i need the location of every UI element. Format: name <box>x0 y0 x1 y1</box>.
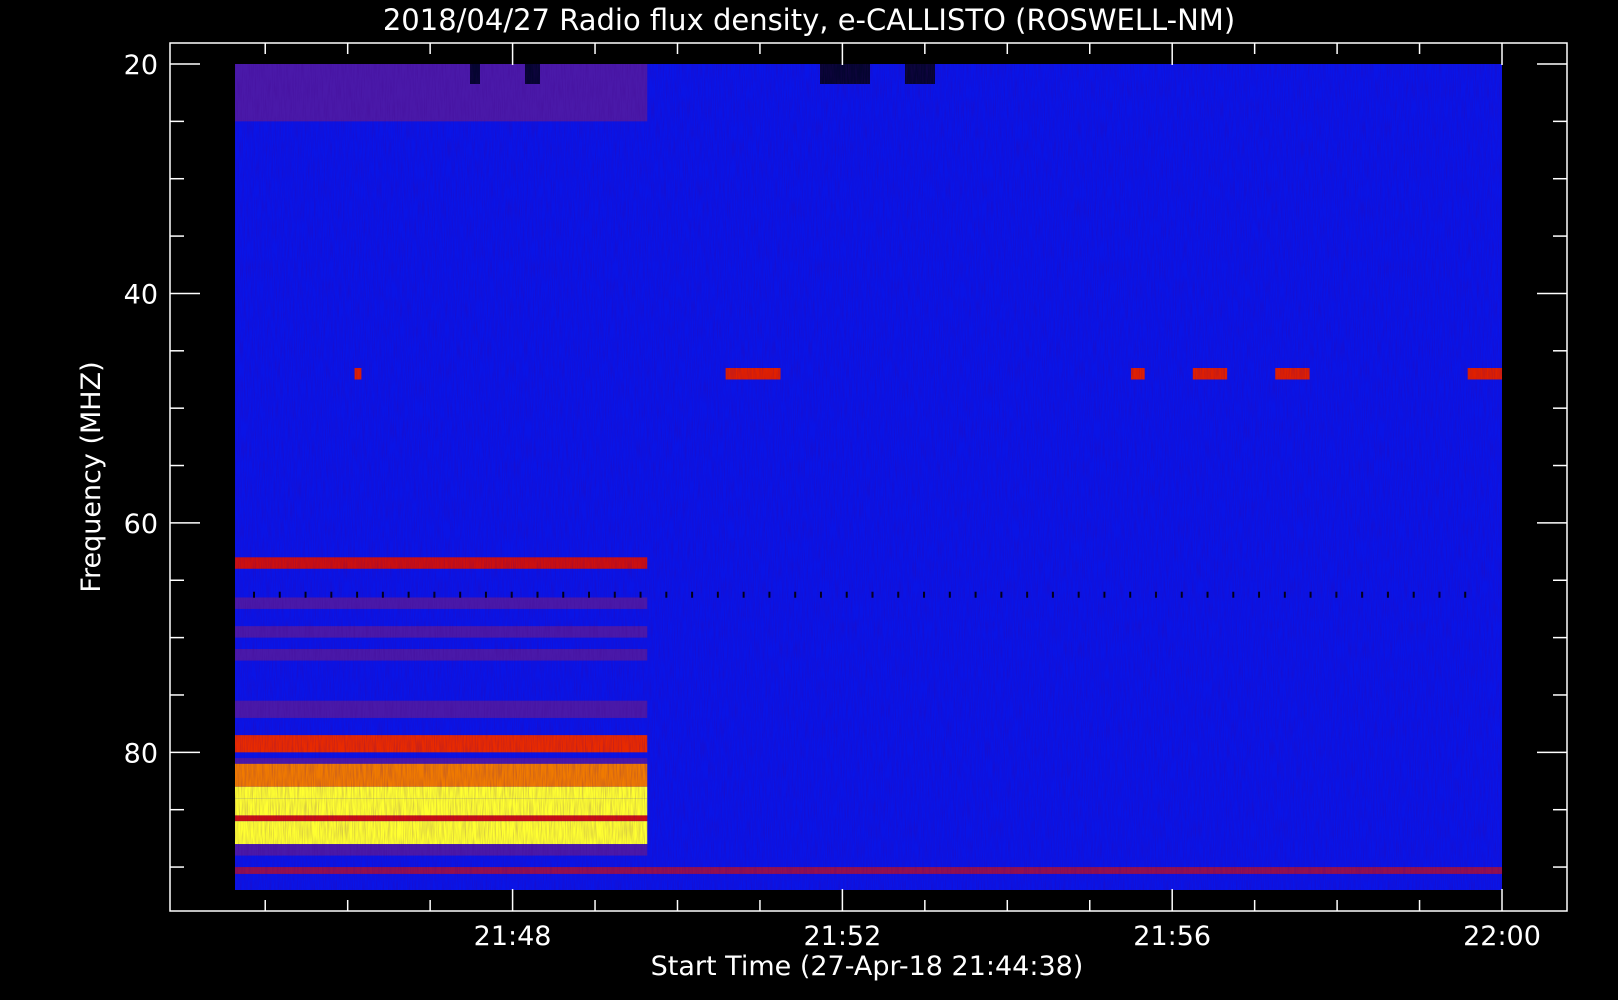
x-axis-label: Start Time (27-Apr-18 21:44:38) <box>651 951 1084 982</box>
y-tick-label: 40 <box>124 279 158 310</box>
x-tick-label: 21:52 <box>803 921 881 952</box>
y-tick-label: 60 <box>124 509 158 540</box>
spectrogram-chart: 2018/04/27 Radio flux density, e-CALLIST… <box>76 3 1568 982</box>
x-tick-label: 21:56 <box>1133 921 1211 952</box>
x-tick-label: 22:00 <box>1463 921 1541 952</box>
spectrogram-noise-overlay <box>235 64 1502 890</box>
x-tick-label: 21:48 <box>474 921 552 952</box>
y-tick-label: 80 <box>124 738 158 769</box>
y-tick-label: 20 <box>124 50 158 81</box>
y-axis-label: Frequency (MHZ) <box>76 361 107 592</box>
chart-title: 2018/04/27 Radio flux density, e-CALLIST… <box>383 3 1235 37</box>
